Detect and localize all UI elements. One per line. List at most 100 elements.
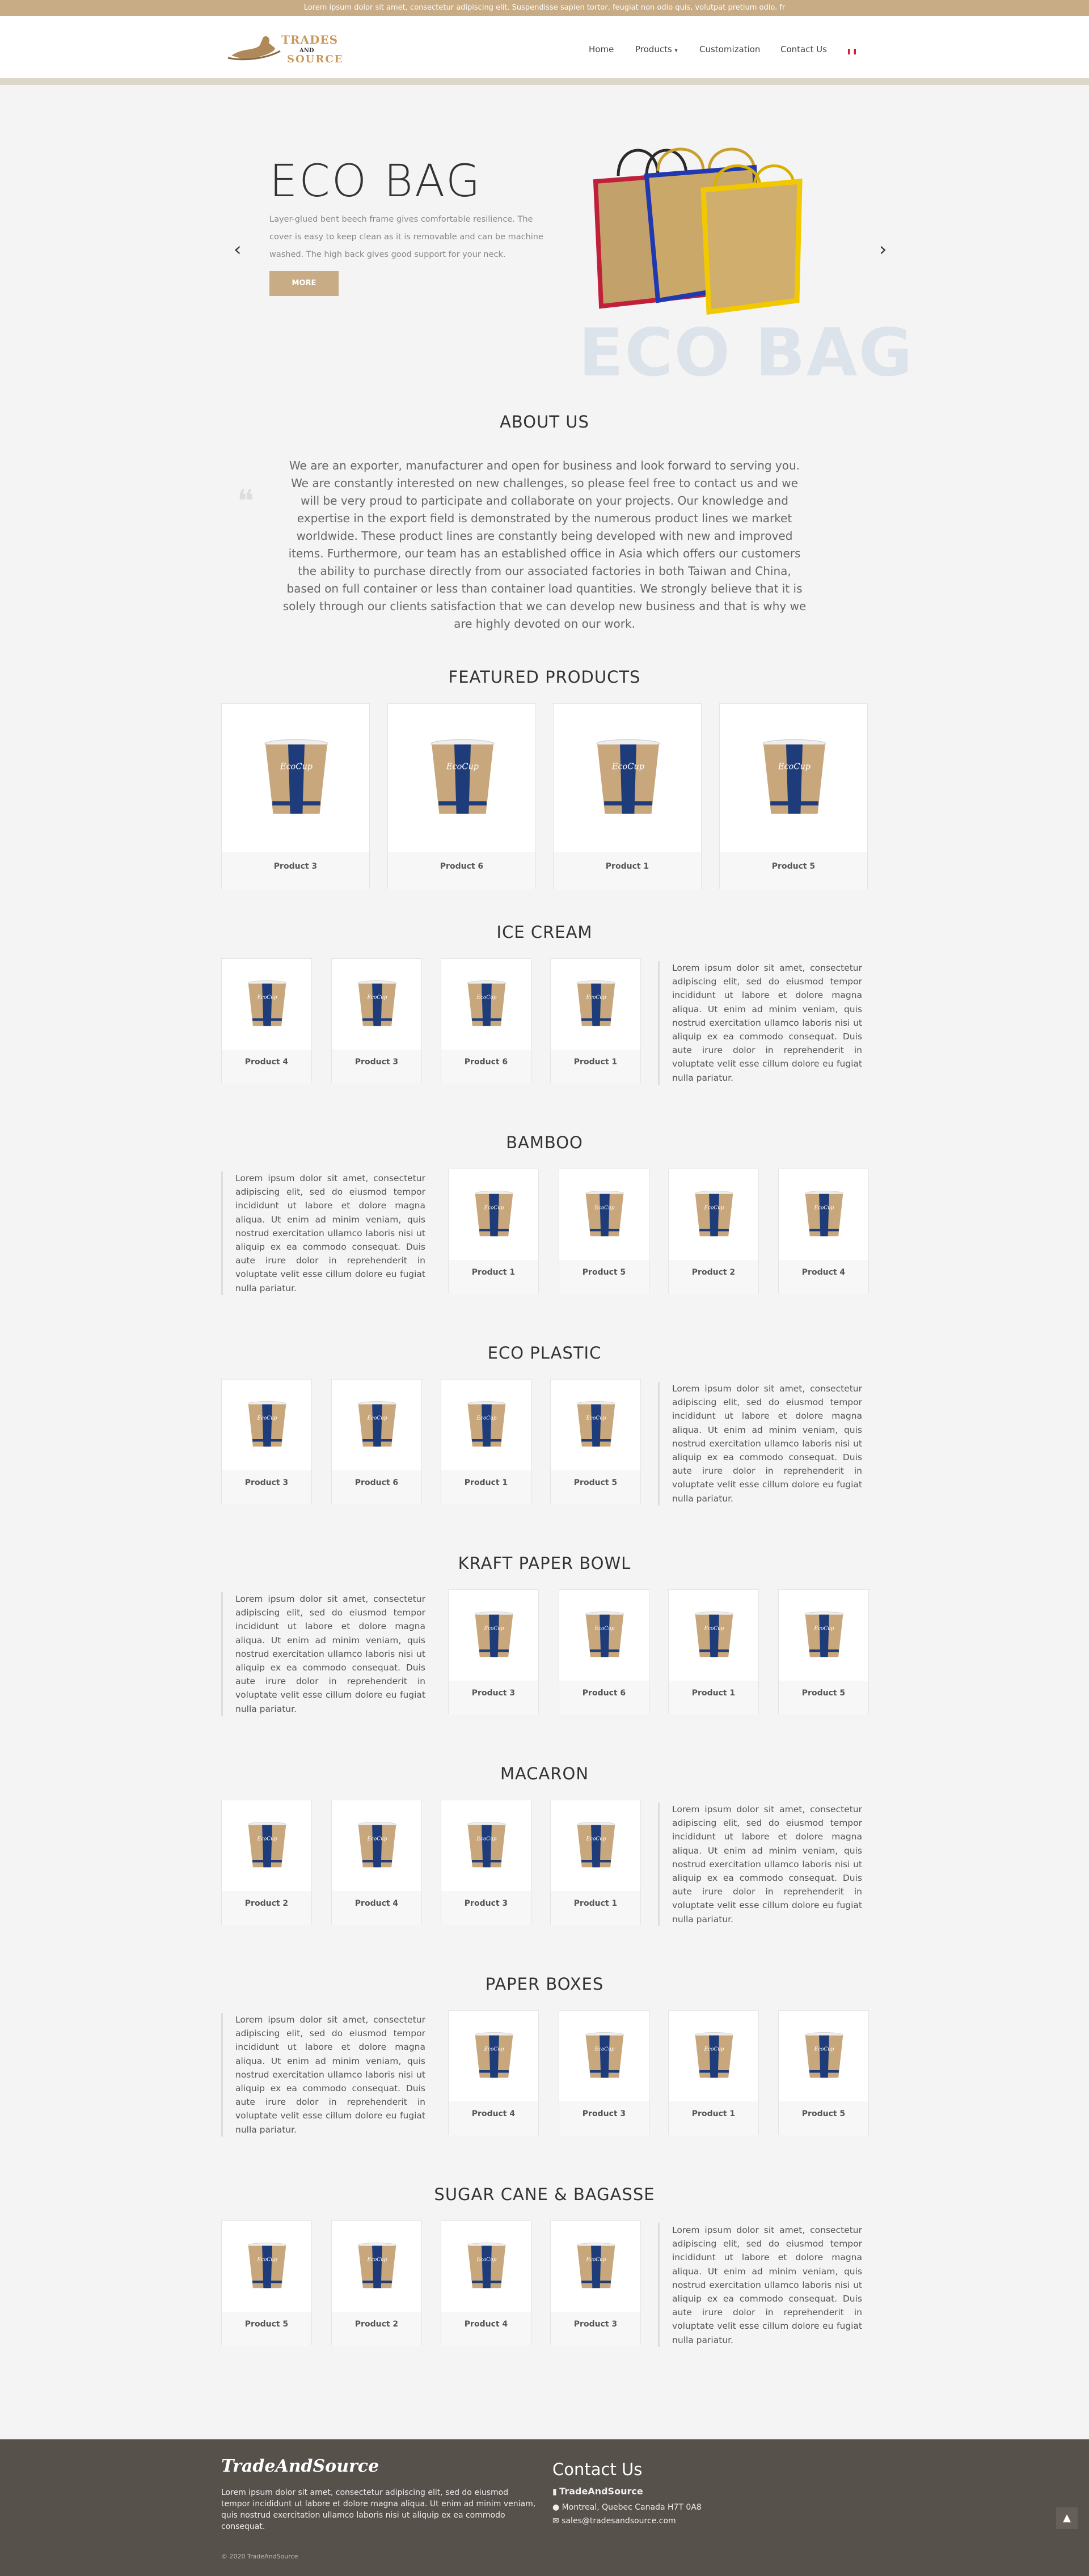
product-card[interactable]: EcoCup Product 1 bbox=[668, 2010, 759, 2135]
product-image[interactable]: EcoCup bbox=[779, 1590, 868, 1681]
product-card[interactable]: EcoCup Product 5 bbox=[221, 2220, 312, 2346]
product-name[interactable]: Product 4 bbox=[441, 2312, 531, 2346]
product-image[interactable]: EcoCup bbox=[669, 1169, 758, 1260]
product-name[interactable]: Product 1 bbox=[441, 1470, 531, 1504]
product-name[interactable]: Product 2 bbox=[332, 2312, 421, 2346]
product-image[interactable]: EcoCup bbox=[779, 1169, 868, 1260]
footer-email-row[interactable]: ✉ sales@tradesandsource.com bbox=[552, 2516, 676, 2526]
product-card[interactable]: EcoCup Product 1 bbox=[550, 958, 641, 1084]
product-card[interactable]: EcoCup Product 2 bbox=[221, 1800, 312, 1925]
product-card[interactable]: EcoCup Product 3 bbox=[550, 2220, 641, 2346]
language-flag-icon[interactable] bbox=[848, 49, 856, 54]
product-card[interactable]: EcoCup Product 3 bbox=[221, 1379, 312, 1504]
product-card[interactable]: EcoCup Product 3 bbox=[441, 1800, 531, 1925]
site-logo[interactable]: TRADES AND SOURCE bbox=[226, 31, 352, 70]
product-image[interactable]: EcoCup bbox=[669, 2011, 758, 2101]
product-card[interactable]: EcoCup Product 1 bbox=[550, 1800, 641, 1925]
product-card[interactable]: EcoCup Product 6 bbox=[387, 703, 536, 890]
slider-prev-icon[interactable]: ‹ bbox=[234, 238, 242, 261]
product-name[interactable]: Product 5 bbox=[779, 1681, 868, 1715]
product-card[interactable]: EcoCup Product 1 bbox=[448, 1169, 539, 1294]
hero-more-button[interactable]: MORE bbox=[269, 271, 339, 296]
nav-products[interactable]: Products ▾ bbox=[635, 44, 678, 54]
product-image[interactable]: EcoCup bbox=[388, 704, 535, 852]
product-card[interactable]: EcoCup Product 4 bbox=[221, 958, 312, 1084]
product-image[interactable]: EcoCup bbox=[222, 959, 311, 1050]
product-image[interactable]: EcoCup bbox=[559, 1169, 649, 1260]
product-image[interactable]: EcoCup bbox=[551, 1800, 640, 1891]
product-card[interactable]: EcoCup Product 2 bbox=[668, 1169, 759, 1294]
product-image[interactable]: EcoCup bbox=[441, 1800, 531, 1891]
product-name[interactable]: Product 3 bbox=[551, 2312, 640, 2346]
product-name[interactable]: Product 2 bbox=[222, 1891, 311, 1925]
product-image[interactable]: EcoCup bbox=[222, 704, 369, 852]
product-image[interactable]: EcoCup bbox=[441, 2221, 531, 2312]
product-name[interactable]: Product 5 bbox=[779, 2101, 868, 2135]
product-name[interactable]: Product 3 bbox=[449, 1681, 538, 1715]
product-image[interactable]: EcoCup bbox=[332, 959, 421, 1050]
product-card[interactable]: EcoCup Product 3 bbox=[448, 1589, 539, 1715]
product-name[interactable]: Product 5 bbox=[551, 1470, 640, 1504]
product-name[interactable]: Product 3 bbox=[559, 2101, 649, 2135]
product-image[interactable]: EcoCup bbox=[332, 1800, 421, 1891]
product-card[interactable]: EcoCup Product 4 bbox=[441, 2220, 531, 2346]
product-name[interactable]: Product 6 bbox=[388, 852, 535, 890]
slider-next-icon[interactable]: › bbox=[879, 238, 887, 261]
product-card[interactable]: EcoCup Product 3 bbox=[559, 2010, 649, 2135]
product-image[interactable]: EcoCup bbox=[222, 1380, 311, 1470]
product-image[interactable]: EcoCup bbox=[449, 2011, 538, 2101]
product-image[interactable]: EcoCup bbox=[332, 2221, 421, 2312]
product-name[interactable]: Product 3 bbox=[222, 852, 369, 890]
product-image[interactable]: EcoCup bbox=[222, 2221, 311, 2312]
product-name[interactable]: Product 6 bbox=[441, 1050, 531, 1084]
scroll-to-top-icon[interactable]: ▲ bbox=[1056, 2507, 1078, 2529]
product-card[interactable]: EcoCup Product 6 bbox=[441, 958, 531, 1084]
product-card[interactable]: EcoCup Product 5 bbox=[719, 703, 868, 890]
product-name[interactable]: Product 4 bbox=[332, 1891, 421, 1925]
product-name[interactable]: Product 1 bbox=[554, 852, 701, 890]
product-name[interactable]: Product 1 bbox=[449, 1260, 538, 1294]
product-name[interactable]: Product 3 bbox=[222, 1470, 311, 1504]
product-name[interactable]: Product 2 bbox=[669, 1260, 758, 1294]
product-name[interactable]: Product 1 bbox=[551, 1891, 640, 1925]
product-image[interactable]: EcoCup bbox=[551, 1380, 640, 1470]
footer-email[interactable]: sales@tradesandsource.com bbox=[562, 2516, 676, 2526]
product-image[interactable]: EcoCup bbox=[559, 2011, 649, 2101]
product-name[interactable]: Product 5 bbox=[222, 2312, 311, 2346]
product-image[interactable]: EcoCup bbox=[551, 2221, 640, 2312]
product-image[interactable]: EcoCup bbox=[441, 959, 531, 1050]
product-card[interactable]: EcoCup Product 4 bbox=[331, 1800, 422, 1925]
product-name[interactable]: Product 5 bbox=[720, 852, 867, 890]
product-name[interactable]: Product 1 bbox=[551, 1050, 640, 1084]
product-image[interactable]: EcoCup bbox=[554, 704, 701, 852]
product-card[interactable]: EcoCup Product 6 bbox=[559, 1589, 649, 1715]
product-name[interactable]: Product 4 bbox=[449, 2101, 538, 2135]
product-image[interactable]: EcoCup bbox=[551, 959, 640, 1050]
product-image[interactable]: EcoCup bbox=[720, 704, 867, 852]
product-name[interactable]: Product 1 bbox=[669, 1681, 758, 1715]
product-card[interactable]: EcoCup Product 6 bbox=[331, 1379, 422, 1504]
product-card[interactable]: EcoCup Product 3 bbox=[221, 703, 370, 890]
product-image[interactable]: EcoCup bbox=[449, 1590, 538, 1681]
product-name[interactable]: Product 3 bbox=[332, 1050, 421, 1084]
nav-home[interactable]: Home bbox=[589, 44, 614, 54]
product-image[interactable]: EcoCup bbox=[779, 2011, 868, 2101]
product-card[interactable]: EcoCup Product 4 bbox=[448, 2010, 539, 2135]
product-card[interactable]: EcoCup Product 1 bbox=[668, 1589, 759, 1715]
product-card[interactable]: EcoCup Product 5 bbox=[550, 1379, 641, 1504]
product-image[interactable]: EcoCup bbox=[669, 1590, 758, 1681]
product-card[interactable]: EcoCup Product 5 bbox=[559, 1169, 649, 1294]
product-name[interactable]: Product 3 bbox=[441, 1891, 531, 1925]
product-name[interactable]: Product 1 bbox=[669, 2101, 758, 2135]
product-card[interactable]: EcoCup Product 3 bbox=[331, 958, 422, 1084]
nav-contact[interactable]: Contact Us bbox=[780, 44, 827, 54]
product-card[interactable]: EcoCup Product 1 bbox=[441, 1379, 531, 1504]
nav-customization[interactable]: Customization bbox=[699, 44, 760, 54]
product-card[interactable]: EcoCup Product 5 bbox=[778, 2010, 869, 2135]
product-card[interactable]: EcoCup Product 5 bbox=[778, 1589, 869, 1715]
product-name[interactable]: Product 4 bbox=[779, 1260, 868, 1294]
product-image[interactable]: EcoCup bbox=[559, 1590, 649, 1681]
product-image[interactable]: EcoCup bbox=[332, 1380, 421, 1470]
product-name[interactable]: Product 6 bbox=[559, 1681, 649, 1715]
product-card[interactable]: EcoCup Product 4 bbox=[778, 1169, 869, 1294]
